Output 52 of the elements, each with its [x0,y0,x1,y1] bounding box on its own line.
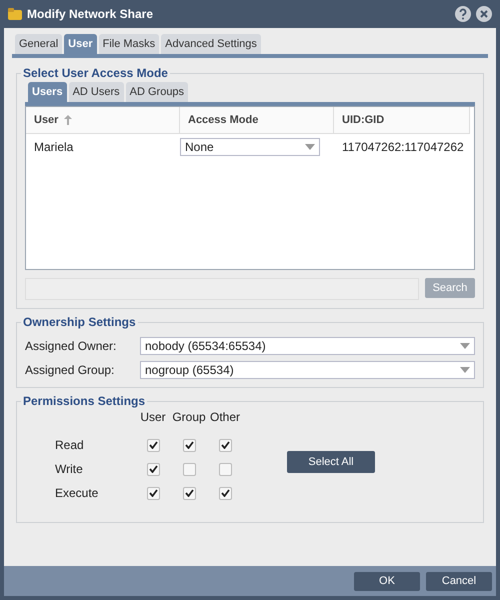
column-header: Group [171,410,207,424]
field-label: Assigned Group: [25,363,116,377]
checkmark-icon [184,441,194,449]
checkbox[interactable] [218,438,232,452]
column-header[interactable]: Access Mode [180,107,334,133]
help-icon[interactable] [455,6,471,22]
window-title: Modify Network Share [27,7,154,21]
permission-label: Write [55,462,84,476]
checkmark-icon [148,441,158,449]
close-icon[interactable] [476,6,492,22]
folder-icon [8,8,22,20]
tab[interactable]: AD Users [68,82,124,102]
permission-label: Read [55,438,85,452]
tab[interactable]: General [15,34,62,54]
checkbox[interactable] [146,486,160,500]
checkbox[interactable] [182,438,196,452]
dropdown-caret-icon[interactable] [460,343,470,349]
select-all-button[interactable]: Select All [287,451,375,473]
permission-label: Execute [55,486,100,500]
section-legend: Ownership Settings [21,315,138,329]
checkmark-icon [148,465,158,473]
dropdown-field[interactable]: nogroup (65534) [140,361,475,379]
checkmark-icon [220,489,230,497]
checkbox[interactable] [182,486,196,500]
column-header: User [139,410,167,424]
field-label: Assigned Owner: [25,339,118,353]
table-cell-text: 117047262:117047262 [341,140,465,154]
tab[interactable]: Advanced Settings [161,34,261,54]
checkbox[interactable] [146,438,160,452]
dialog-button[interactable]: Cancel [426,572,492,590]
dropdown-caret-icon[interactable] [305,144,315,150]
column-header[interactable]: User [26,107,180,133]
column-header: Other [208,410,241,424]
column-header[interactable]: UID:GID [334,107,470,133]
checkbox[interactable] [218,486,232,500]
dialog-button[interactable]: OK [354,572,420,590]
table-cell-text: Mariela [33,140,74,154]
section-legend: Select User Access Mode [21,66,170,80]
tab[interactable]: File Masks [98,34,160,54]
checkbox[interactable] [218,462,232,476]
tab[interactable]: AD Groups [126,82,188,102]
checkmark-icon [184,489,194,497]
dropdown-field[interactable]: nobody (65534:65534) [140,337,475,355]
checkmark-icon [148,489,158,497]
dropdown-caret-icon[interactable] [460,367,470,373]
tab[interactable]: User [64,34,97,54]
tab[interactable]: Users [28,82,67,102]
checkbox[interactable] [182,462,196,476]
access-mode-dropdown[interactable]: None [180,138,320,156]
checkmark-icon [220,441,230,449]
section-legend: Permissions Settings [21,394,148,408]
checkbox[interactable] [146,462,160,476]
